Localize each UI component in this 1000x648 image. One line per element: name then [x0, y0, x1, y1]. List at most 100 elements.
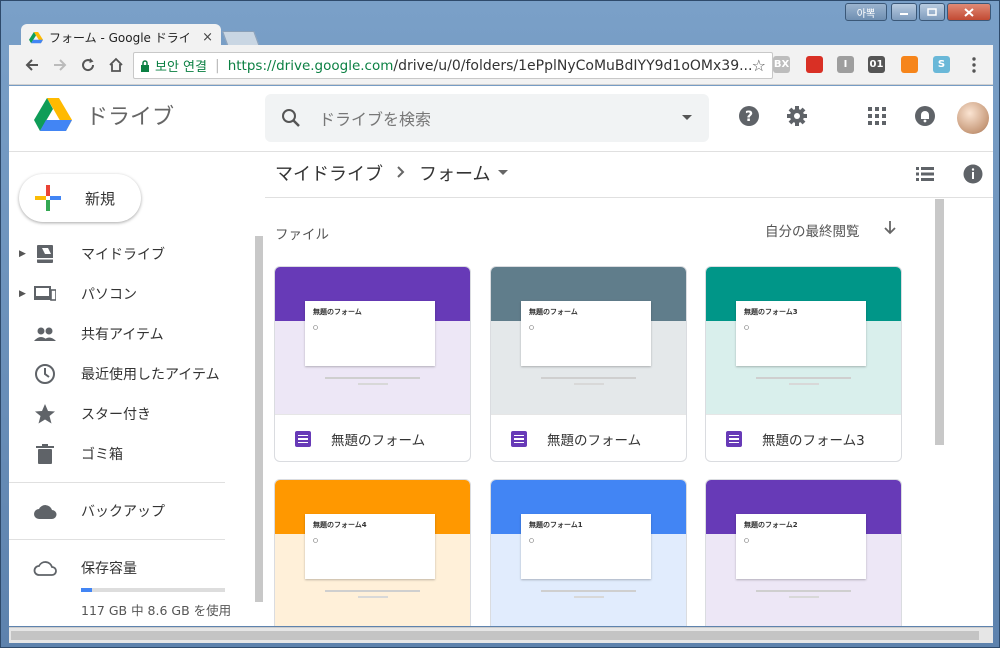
cloud-backup-icon: [33, 499, 57, 523]
ext-gray-icon[interactable]: BX: [773, 56, 790, 73]
breadcrumb-my-drive[interactable]: マイドライブ: [275, 160, 383, 186]
form-preview-option: [529, 325, 643, 332]
files-section-title: ファイル: [275, 227, 329, 243]
sidebar-item-recent[interactable]: 最近使用したアイテム: [9, 354, 225, 394]
google-drive-favicon-icon: [29, 31, 43, 43]
search-icon: [282, 109, 300, 127]
sidebar-item-label: バックアップ: [81, 504, 165, 520]
google-forms-icon: [511, 431, 527, 447]
drive-logo[interactable]: ドライブ: [34, 98, 174, 131]
sidebar-item-computers[interactable]: ▶ パソコン: [9, 274, 225, 314]
maximize-button[interactable]: [919, 3, 945, 21]
address-bar[interactable]: 보안 연결 | https://drive.google.com /drive/…: [133, 52, 773, 79]
file-card-footer: 無題のフォーム: [275, 414, 470, 461]
home-button[interactable]: [103, 52, 129, 78]
content-scrollbar-thumb[interactable]: [935, 199, 944, 445]
sidebar-item-storage[interactable]: 保存容量: [9, 548, 225, 588]
expand-arrow-icon[interactable]: ▶: [19, 289, 26, 299]
sidebar-item-backup[interactable]: バックアップ: [9, 491, 225, 531]
secure-connection-label: 보안 연결: [155, 60, 207, 75]
folder-menu-dropdown-icon[interactable]: [498, 168, 509, 179]
expand-arrow-icon[interactable]: ▶: [19, 249, 26, 259]
file-name: 無題のフォーム3: [762, 433, 865, 449]
form-thumbnail: 無題のフォーム: [491, 267, 686, 414]
header-divider: [9, 151, 993, 152]
list-view-icon[interactable]: [913, 162, 937, 186]
info-icon[interactable]: [961, 162, 985, 186]
file-card-footer: 無題のフォーム: [491, 414, 686, 461]
account-avatar[interactable]: [957, 102, 989, 134]
horizontal-scrollbar-thumb[interactable]: [11, 631, 979, 640]
search-box[interactable]: ドライブを検索: [265, 94, 709, 142]
window-controls: 아뽁: [845, 3, 991, 21]
horizontal-scrollbar[interactable]: [9, 627, 993, 643]
search-options-dropdown-icon[interactable]: [681, 114, 693, 122]
back-arrow-icon: [25, 58, 38, 71]
sidebar-nav: ▶ マイドライブ ▶ パソコン 共有アイテム 最近使用したアイテム スター付き …: [9, 234, 225, 588]
file-card[interactable]: 無題のフォーム2: [705, 479, 902, 626]
file-name: 無題のフォーム: [547, 433, 642, 449]
ext-s-icon[interactable]: S: [933, 56, 950, 73]
form-thumbnail: 無題のフォーム: [275, 267, 470, 414]
sidebar-item-shared[interactable]: 共有アイテム: [9, 314, 225, 354]
file-card[interactable]: 無題のフォーム4: [274, 479, 471, 626]
file-card[interactable]: 無題のフォーム1: [490, 479, 687, 626]
bookmark-star-icon[interactable]: ☆: [752, 56, 766, 75]
sidebar-item-starred[interactable]: スター付き: [9, 394, 225, 434]
new-button[interactable]: 新規: [19, 174, 141, 222]
form-thumbnail: 無題のフォーム3: [706, 267, 901, 414]
metamask-icon[interactable]: [901, 56, 918, 73]
ext-red-icon[interactable]: [806, 56, 823, 73]
form-preview-title: 無題のフォーム2: [744, 521, 798, 529]
breadcrumb: マイドライブ フォーム: [275, 160, 509, 186]
breadcrumb-current-folder[interactable]: フォーム: [419, 160, 490, 186]
ext-i-icon[interactable]: I: [837, 56, 854, 73]
sidebar-item-trash[interactable]: ゴミ箱: [9, 434, 225, 474]
form-preview-title: 無題のフォーム: [529, 308, 578, 316]
recent-clock-icon: [33, 362, 57, 386]
sidebar-item-label: スター付き: [81, 407, 151, 423]
browser-toolbar: 보안 연결 | https://drive.google.com /drive/…: [9, 45, 993, 85]
ime-indicator[interactable]: 아뽁: [845, 3, 887, 21]
ext-01-icon[interactable]: 01: [868, 56, 885, 73]
file-name: 無題のフォーム: [331, 433, 426, 449]
form-preview-title: 無題のフォーム3: [744, 308, 798, 316]
file-card[interactable]: 無題のフォーム 無題のフォーム: [490, 266, 687, 462]
tab-close-icon[interactable]: ×: [202, 30, 213, 45]
star-icon: [33, 402, 57, 426]
forward-button[interactable]: [47, 52, 73, 78]
google-forms-icon: [726, 431, 742, 447]
form-preview-sheet: 無題のフォーム: [305, 301, 435, 366]
file-card-footer: 無題のフォーム3: [706, 414, 901, 461]
sidebar-item-my-drive[interactable]: ▶ マイドライブ: [9, 234, 225, 274]
sort-control[interactable]: 自分の最終閲覧: [765, 220, 896, 240]
form-thumbnail: 無題のフォーム2: [706, 480, 901, 626]
plus-multicolor-icon: [35, 185, 61, 211]
google-forms-icon: [295, 431, 311, 447]
reload-button[interactable]: [75, 52, 101, 78]
form-preview-sheet: 無題のフォーム2: [736, 514, 866, 579]
close-window-button[interactable]: [947, 3, 991, 21]
home-icon: [109, 57, 123, 72]
apps-grid-icon[interactable]: [865, 104, 889, 128]
help-icon[interactable]: ?: [737, 104, 761, 128]
browser-window: フォーム - Google ドライ × 아뽁 보안 연결 | https://d…: [0, 0, 1000, 648]
file-card[interactable]: 無題のフォーム3 無題のフォーム3: [705, 266, 902, 462]
sort-direction-arrow-icon[interactable]: [883, 221, 896, 239]
tab-title: フォーム - Google ドライ: [49, 31, 191, 45]
shared-icon: [33, 322, 57, 346]
sidebar-divider: [9, 539, 225, 540]
notifications-bell-icon[interactable]: [913, 104, 937, 128]
form-thumbnail: 無題のフォーム1: [491, 480, 686, 626]
sidebar-item-label: 共有アイテム: [81, 327, 164, 343]
browser-menu-button[interactable]: [961, 52, 987, 78]
settings-gear-icon[interactable]: [785, 104, 809, 128]
back-button[interactable]: [19, 52, 45, 78]
sidebar-item-label: 保存容量: [81, 561, 137, 577]
minimize-button[interactable]: [891, 3, 917, 21]
sidebar-scrollbar[interactable]: [255, 236, 263, 602]
file-card[interactable]: 無題のフォーム 無題のフォーム: [274, 266, 471, 462]
storage-usage-fill: [81, 588, 92, 592]
form-preview-sheet: 無題のフォーム3: [736, 301, 866, 366]
form-preview-sheet: 無題のフォーム: [521, 301, 651, 366]
